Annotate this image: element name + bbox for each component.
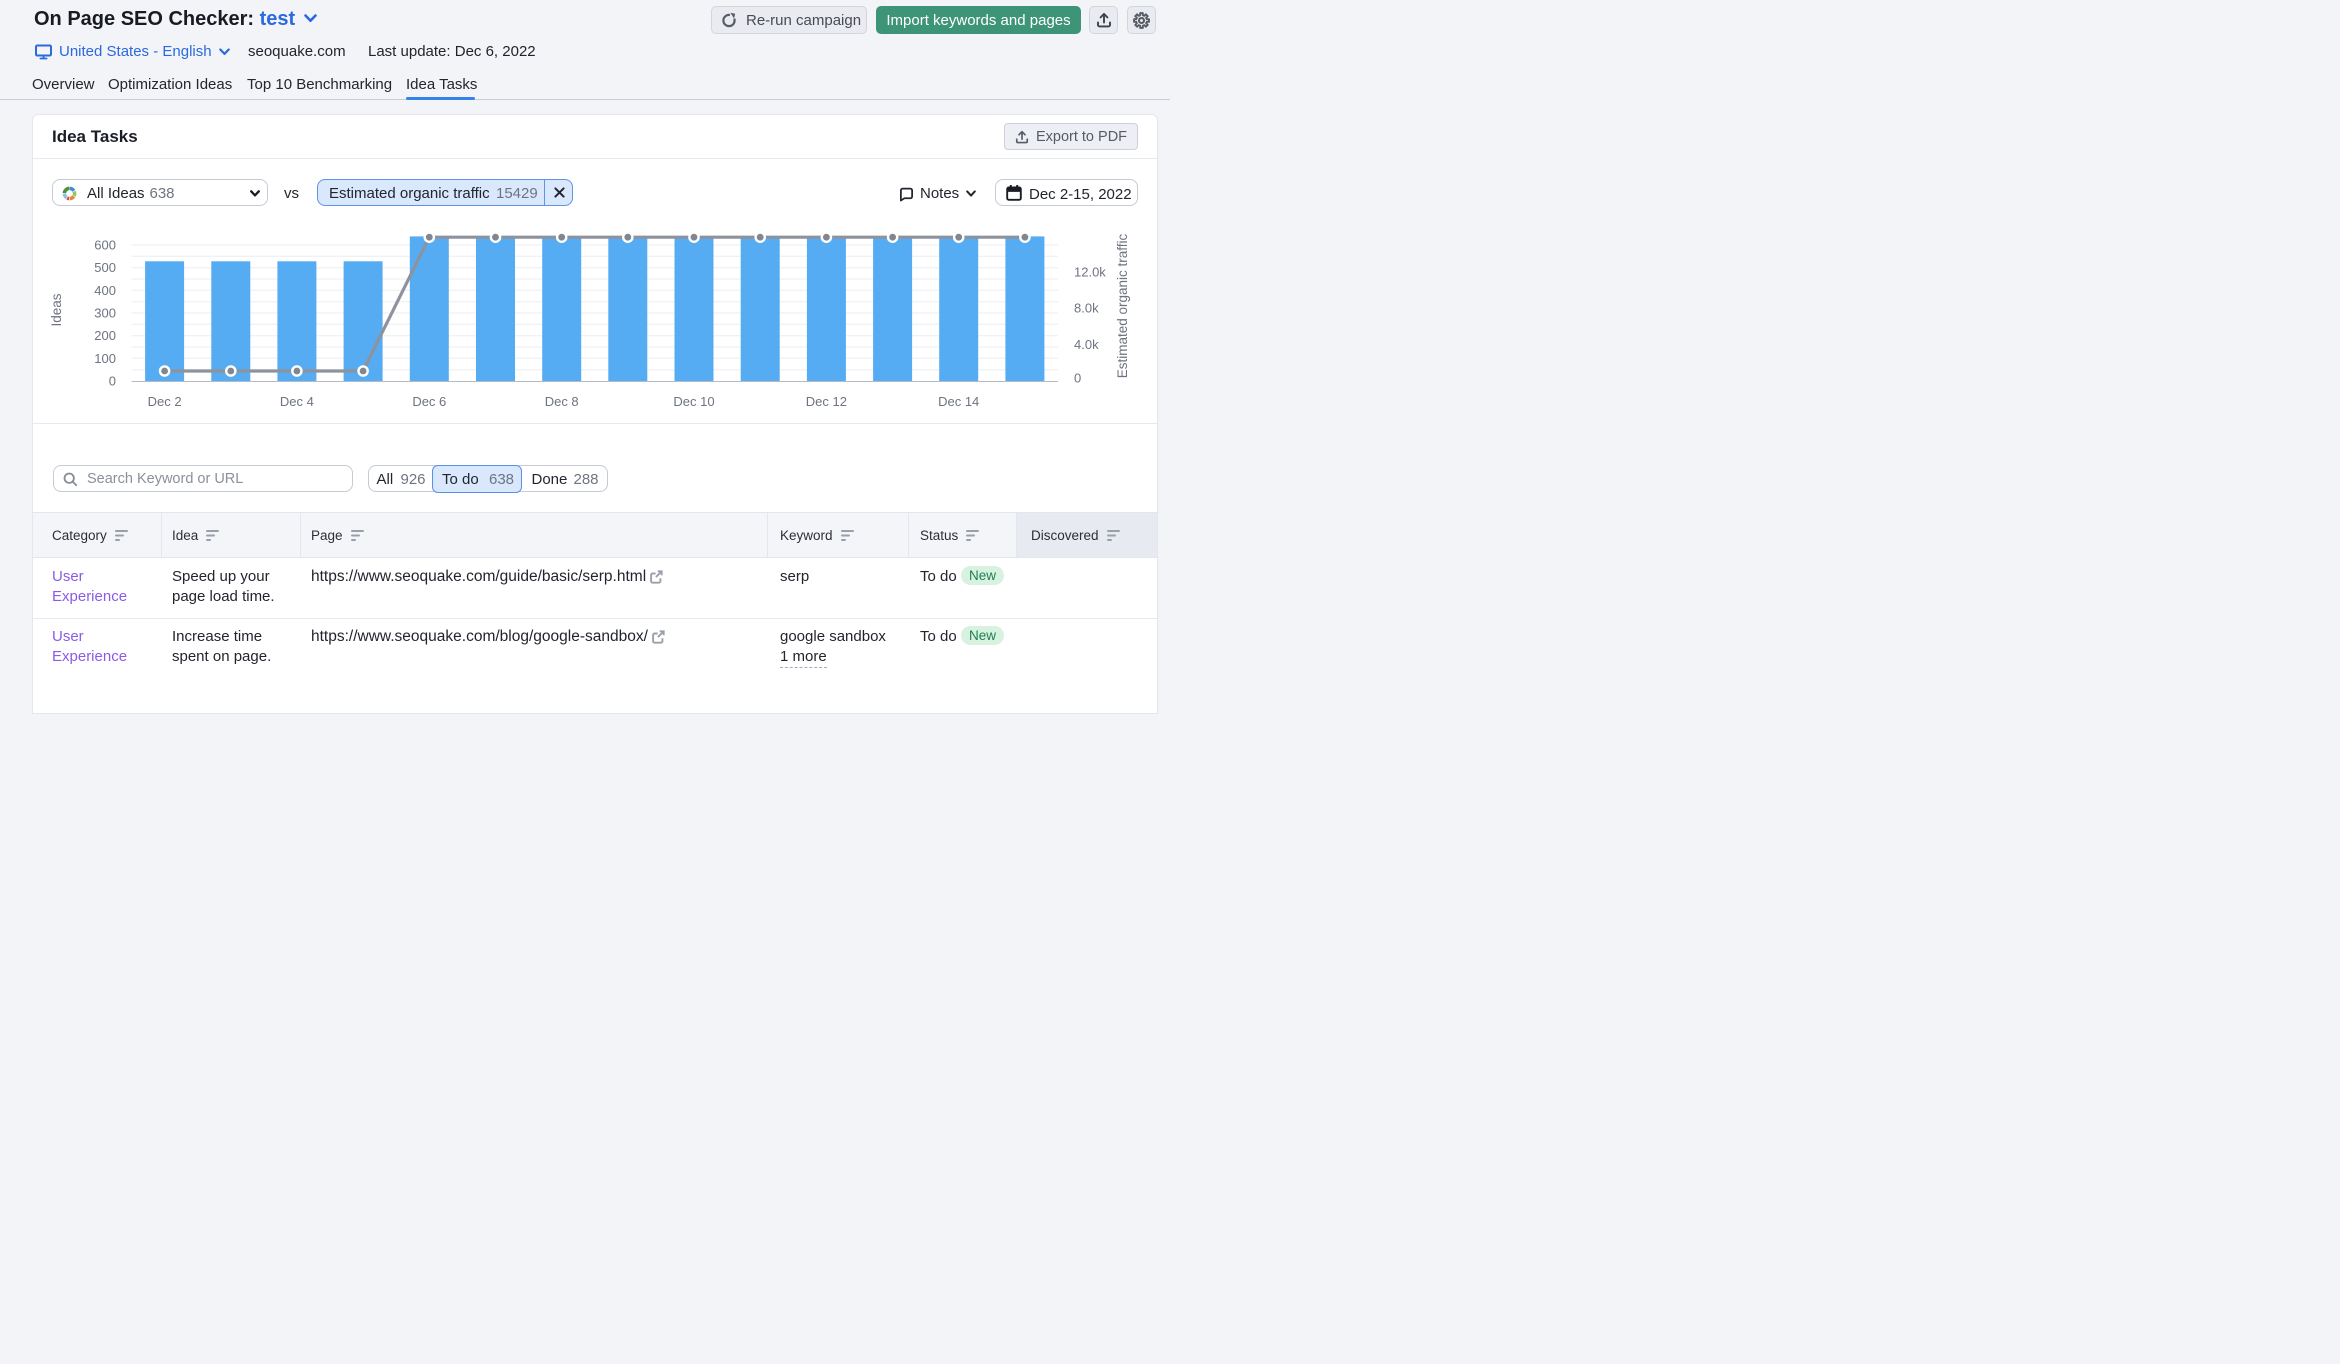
svg-text:Estimated organic traffic: Estimated organic traffic: [1115, 233, 1130, 378]
svg-text:Dec 8: Dec 8: [545, 394, 579, 409]
svg-text:100: 100: [94, 351, 116, 366]
svg-text:12.0k: 12.0k: [1074, 264, 1106, 279]
svg-text:200: 200: [94, 328, 116, 343]
svg-text:600: 600: [94, 238, 116, 253]
svg-text:Dec 2: Dec 2: [148, 394, 182, 409]
svg-text:Dec 4: Dec 4: [280, 394, 314, 409]
svg-text:Dec 6: Dec 6: [412, 394, 446, 409]
svg-text:300: 300: [94, 306, 116, 321]
svg-text:8.0k: 8.0k: [1074, 301, 1099, 316]
svg-text:0: 0: [109, 374, 116, 389]
svg-text:400: 400: [94, 283, 116, 298]
svg-text:4.0k: 4.0k: [1074, 337, 1099, 352]
svg-text:500: 500: [94, 260, 116, 275]
svg-text:0: 0: [1074, 371, 1081, 386]
svg-text:Dec 12: Dec 12: [806, 394, 847, 409]
svg-text:Dec 10: Dec 10: [673, 394, 714, 409]
svg-text:Dec 14: Dec 14: [938, 394, 979, 409]
svg-text:Ideas: Ideas: [49, 293, 64, 326]
